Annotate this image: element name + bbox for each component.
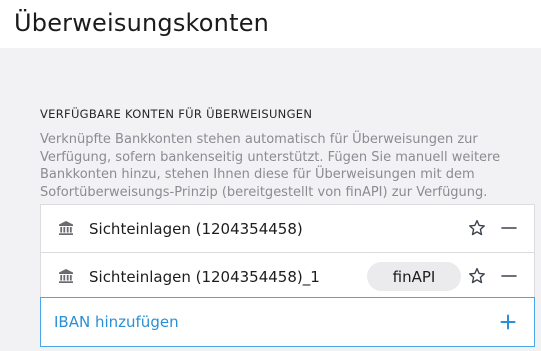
bank-icon (59, 269, 73, 283)
star-icon[interactable] (468, 267, 486, 285)
account-name: Sichteinlagen (1204354458) (89, 219, 303, 238)
provider-badge: finAPI (367, 262, 461, 291)
add-iban-label: IBAN hinzufügen (54, 313, 179, 331)
add-iban-button[interactable]: IBAN hinzufügen (40, 297, 535, 347)
page-header: Überweisungskonten (0, 0, 541, 48)
section-heading: VERFÜGBARE KONTEN FÜR ÜBERWEISUNGEN (40, 107, 313, 121)
remove-icon[interactable] (501, 267, 517, 285)
bank-icon (59, 221, 73, 235)
plus-icon[interactable] (500, 314, 516, 330)
page-title: Überweisungskonten (14, 9, 270, 37)
remove-icon[interactable] (501, 219, 517, 237)
account-row[interactable]: Sichteinlagen (1204354458)_1 finAPI (41, 253, 534, 300)
account-name: Sichteinlagen (1204354458)_1 (89, 267, 320, 286)
account-list: Sichteinlagen (1204354458) Sichteinlagen… (40, 204, 535, 301)
star-icon[interactable] (468, 219, 486, 237)
section-description: Verknüpfte Bankkonten stehen automatisch… (40, 132, 501, 200)
account-row[interactable]: Sichteinlagen (1204354458) (41, 205, 534, 253)
